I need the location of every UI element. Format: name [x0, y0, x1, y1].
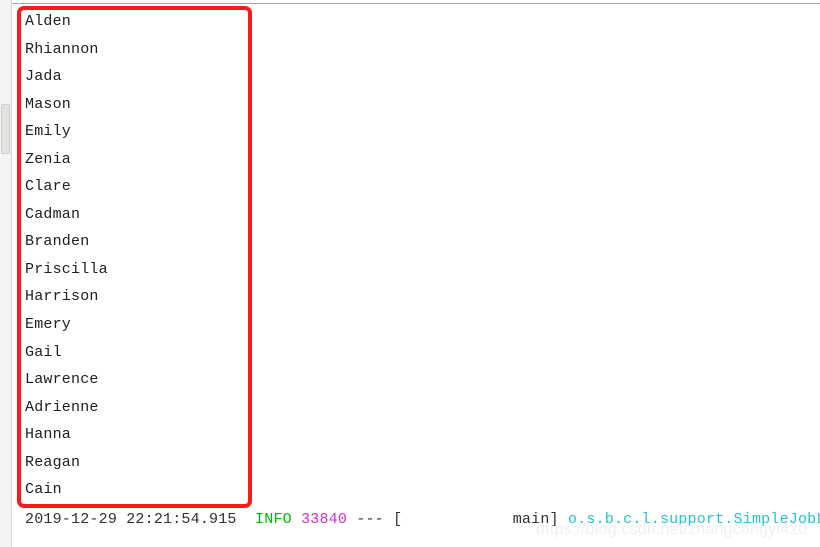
- console-window: Alden Rhiannon Jada Mason Emily Zenia Cl…: [0, 0, 820, 547]
- list-item: Lawrence: [25, 371, 99, 389]
- list-item: Priscilla: [25, 260, 108, 278]
- list-item: Emery: [25, 316, 72, 334]
- list-item: Cain: [25, 481, 62, 499]
- log-level: INFO: [255, 511, 292, 528]
- top-separator-line: [11, 3, 820, 4]
- list-item: Mason: [25, 95, 72, 113]
- console-output-area[interactable]: Alden Rhiannon Jada Mason Emily Zenia Cl…: [12, 5, 820, 547]
- log-gap: [237, 511, 255, 528]
- list-item: Hanna: [25, 426, 72, 444]
- list-item: Gail: [25, 343, 62, 361]
- list-item: Alden: [25, 13, 72, 30]
- vertical-scrollbar-thumb[interactable]: [1, 104, 10, 154]
- list-item: Clare: [25, 178, 72, 196]
- list-item: Rhiannon: [25, 40, 99, 58]
- log-thread-pad: [402, 511, 512, 528]
- list-item: Adrienne: [25, 398, 99, 416]
- list-item: Jada: [25, 68, 62, 86]
- log-pid: 33840: [301, 511, 348, 528]
- list-item: Cadman: [25, 205, 81, 223]
- name-output-list: Alden Rhiannon Jada Mason Emily Zenia Cl…: [25, 8, 255, 504]
- log-timestamp: 2019-12-29 22:21:54.915: [25, 511, 237, 528]
- list-item: Branden: [25, 233, 90, 251]
- list-item: Zenia: [25, 150, 72, 168]
- vertical-scrollbar-track[interactable]: [0, 0, 11, 547]
- list-item: Reagan: [25, 453, 81, 471]
- list-item: Emily: [25, 123, 72, 141]
- log-separator: --- [: [347, 511, 403, 528]
- csdn-watermark: https://blog.csdn.net/zhangcongyi420: [536, 521, 808, 538]
- log-space: [292, 511, 301, 528]
- list-item: Harrison: [25, 288, 99, 306]
